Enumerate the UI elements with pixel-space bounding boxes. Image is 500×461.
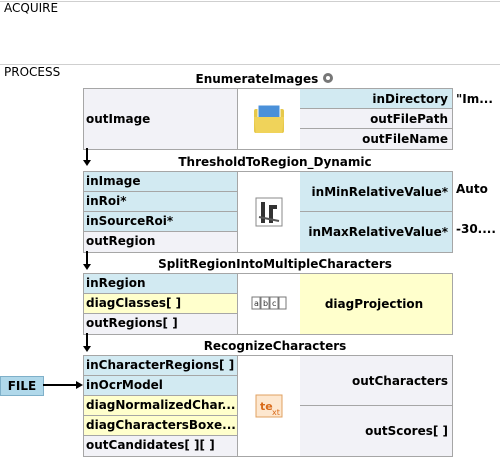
arrow-head <box>76 381 83 389</box>
block-recognize-characters-params: outCharacters outScores[ ] <box>300 355 453 457</box>
block-split-region[interactable]: inRegion diagClasses[ ] outRegions[ ] a … <box>83 273 302 335</box>
param-in-directory[interactable]: inDirectory <box>300 89 452 109</box>
port-diag-characters-boxes[interactable]: diagCharactersBoxe... <box>84 416 237 436</box>
file-connection-arrow <box>43 384 77 386</box>
svg-text:c: c <box>272 299 276 308</box>
block-title-recognize-characters[interactable]: RecognizeCharacters <box>170 339 380 353</box>
port-diag-classes[interactable]: diagClasses[ ] <box>84 294 237 314</box>
process-separator <box>0 64 500 65</box>
arrow-head <box>83 264 91 270</box>
folder-images-icon <box>237 89 300 149</box>
gear-icon[interactable] <box>322 72 334 84</box>
param-out-file-name[interactable]: outFileName <box>300 129 452 149</box>
port-in-character-regions[interactable]: inCharacterRegions[ ] <box>84 356 237 376</box>
port-out-candidates[interactable]: outCandidates[ ][ ] <box>84 436 237 456</box>
svg-text:te: te <box>260 400 273 413</box>
svg-text:a: a <box>254 299 259 308</box>
block-threshold-to-region[interactable]: inImage inRoi* inSourceRoi* outRegion <box>83 171 302 253</box>
block-enumerate-images-params: inDirectory outFilePath outFileName <box>300 88 453 150</box>
recognize-text-icon: te xt <box>237 356 300 456</box>
port-in-roi[interactable]: inRoi* <box>84 192 237 212</box>
port-in-region[interactable]: inRegion <box>84 274 237 294</box>
block-split-region-params: diagProjection <box>300 273 453 335</box>
acquire-section-label: ACQUIRE <box>4 1 59 15</box>
block-enumerate-images[interactable]: outImage <box>83 88 302 150</box>
value-in-directory[interactable]: "Im... <box>456 92 493 106</box>
split-characters-icon: a b c <box>237 274 300 334</box>
block-recognize-characters[interactable]: inCharacterRegions[ ] inOcrModel diagNor… <box>83 355 302 457</box>
svg-text:b: b <box>263 299 268 308</box>
arrow-head <box>83 346 91 352</box>
block-title-threshold[interactable]: ThresholdToRegion_Dynamic <box>160 155 390 169</box>
port-out-region[interactable]: outRegion <box>84 232 237 252</box>
param-out-scores[interactable]: outScores[ ] <box>300 406 452 456</box>
block-title-enumerate-images[interactable]: EnumerateImages <box>190 72 340 86</box>
port-in-source-roi[interactable]: inSourceRoi* <box>84 212 237 232</box>
param-out-file-path[interactable]: outFilePath <box>300 109 452 129</box>
acquire-separator <box>0 1 500 2</box>
file-input-source[interactable]: FILE <box>0 376 44 396</box>
port-diag-normalized-char[interactable]: diagNormalizedChar... <box>84 396 237 416</box>
port-in-image[interactable]: inImage <box>84 172 237 192</box>
param-out-characters[interactable]: outCharacters <box>300 356 452 406</box>
port-in-ocr-model[interactable]: inOcrModel <box>84 376 237 396</box>
port-out-image[interactable]: outImage <box>84 89 237 149</box>
block-title-split-region[interactable]: SplitRegionIntoMultipleCharacters <box>130 257 420 271</box>
port-out-regions[interactable]: outRegions[ ] <box>84 314 237 334</box>
process-section-label: PROCESS <box>4 65 61 79</box>
param-in-min-relative-value[interactable]: inMinRelativeValue* <box>300 172 452 212</box>
param-diag-projection[interactable]: diagProjection <box>300 274 452 334</box>
arrow-head <box>83 160 91 166</box>
threshold-icon <box>237 172 300 252</box>
param-in-max-relative-value[interactable]: inMaxRelativeValue* <box>300 212 452 252</box>
block-threshold-params: inMinRelativeValue* inMaxRelativeValue* <box>300 171 453 253</box>
value-min-relative[interactable]: Auto <box>456 182 488 196</box>
value-max-relative[interactable]: -30.... <box>456 222 496 236</box>
svg-text:xt: xt <box>272 408 280 417</box>
